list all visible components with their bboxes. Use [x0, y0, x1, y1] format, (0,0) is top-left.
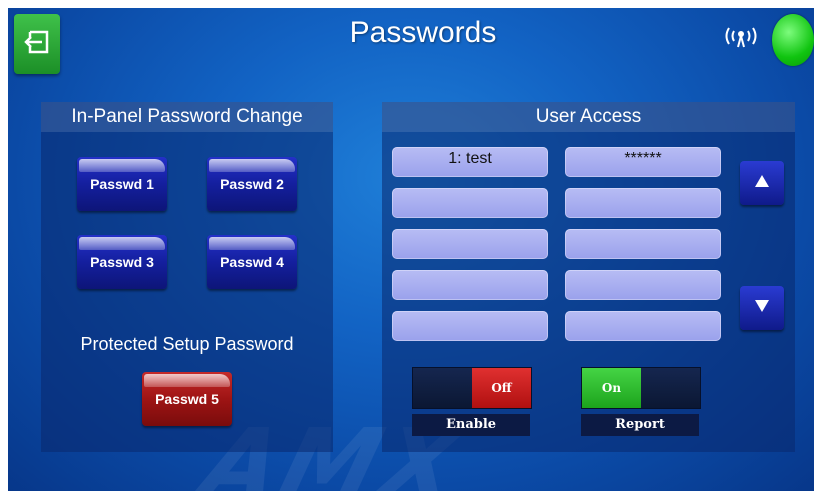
- exit-button[interactable]: [14, 14, 60, 74]
- passwd-2-button[interactable]: Passwd 2: [207, 157, 297, 211]
- user-field-1[interactable]: 1: test: [392, 147, 548, 177]
- protected-setup-label: Protected Setup Password: [80, 334, 294, 354]
- report-toggle[interactable]: On: [581, 367, 701, 409]
- page-title: Passwords: [349, 16, 497, 49]
- in-panel-password-change-panel: In-Panel Password Change Passwd 1 Passwd…: [41, 102, 333, 452]
- arrow-up-icon: [754, 174, 770, 193]
- passwd-4-button[interactable]: Passwd 4: [207, 235, 297, 289]
- enable-on-side[interactable]: [413, 368, 472, 408]
- report-on-side[interactable]: On: [582, 368, 641, 408]
- user-access-panel: User Access 1: test ****** Off Enable On…: [382, 102, 795, 452]
- user-field-5[interactable]: [392, 311, 548, 341]
- report-label: Report: [581, 414, 699, 436]
- passwd-5-button[interactable]: Passwd 5: [142, 372, 232, 426]
- password-field-5[interactable]: [565, 311, 721, 341]
- user-field-3[interactable]: [392, 229, 548, 259]
- password-field-2[interactable]: [565, 188, 721, 218]
- password-field-3[interactable]: [565, 229, 721, 259]
- report-off-side[interactable]: [641, 368, 700, 408]
- touch-panel-screen: AMX Passwords In-Panel Password Change P…: [8, 8, 814, 491]
- password-field-4[interactable]: [565, 270, 721, 300]
- passwd-1-button[interactable]: Passwd 1: [77, 157, 167, 211]
- exit-icon: [22, 27, 52, 62]
- enable-toggle[interactable]: Off: [412, 367, 532, 409]
- arrow-down-icon: [754, 299, 770, 318]
- user-field-4[interactable]: [392, 270, 548, 300]
- user-field-2[interactable]: [392, 188, 548, 218]
- scroll-up-button[interactable]: [740, 161, 784, 205]
- panel-title: User Access: [382, 102, 795, 132]
- passwd-3-button[interactable]: Passwd 3: [77, 235, 167, 289]
- wifi-signal-icon: [721, 24, 761, 48]
- enable-off-side[interactable]: Off: [472, 368, 531, 408]
- online-status-icon: [772, 14, 814, 66]
- enable-label: Enable: [412, 414, 530, 436]
- password-field-1[interactable]: ******: [565, 147, 721, 177]
- panel-title: In-Panel Password Change: [41, 102, 333, 132]
- scroll-down-button[interactable]: [740, 286, 784, 330]
